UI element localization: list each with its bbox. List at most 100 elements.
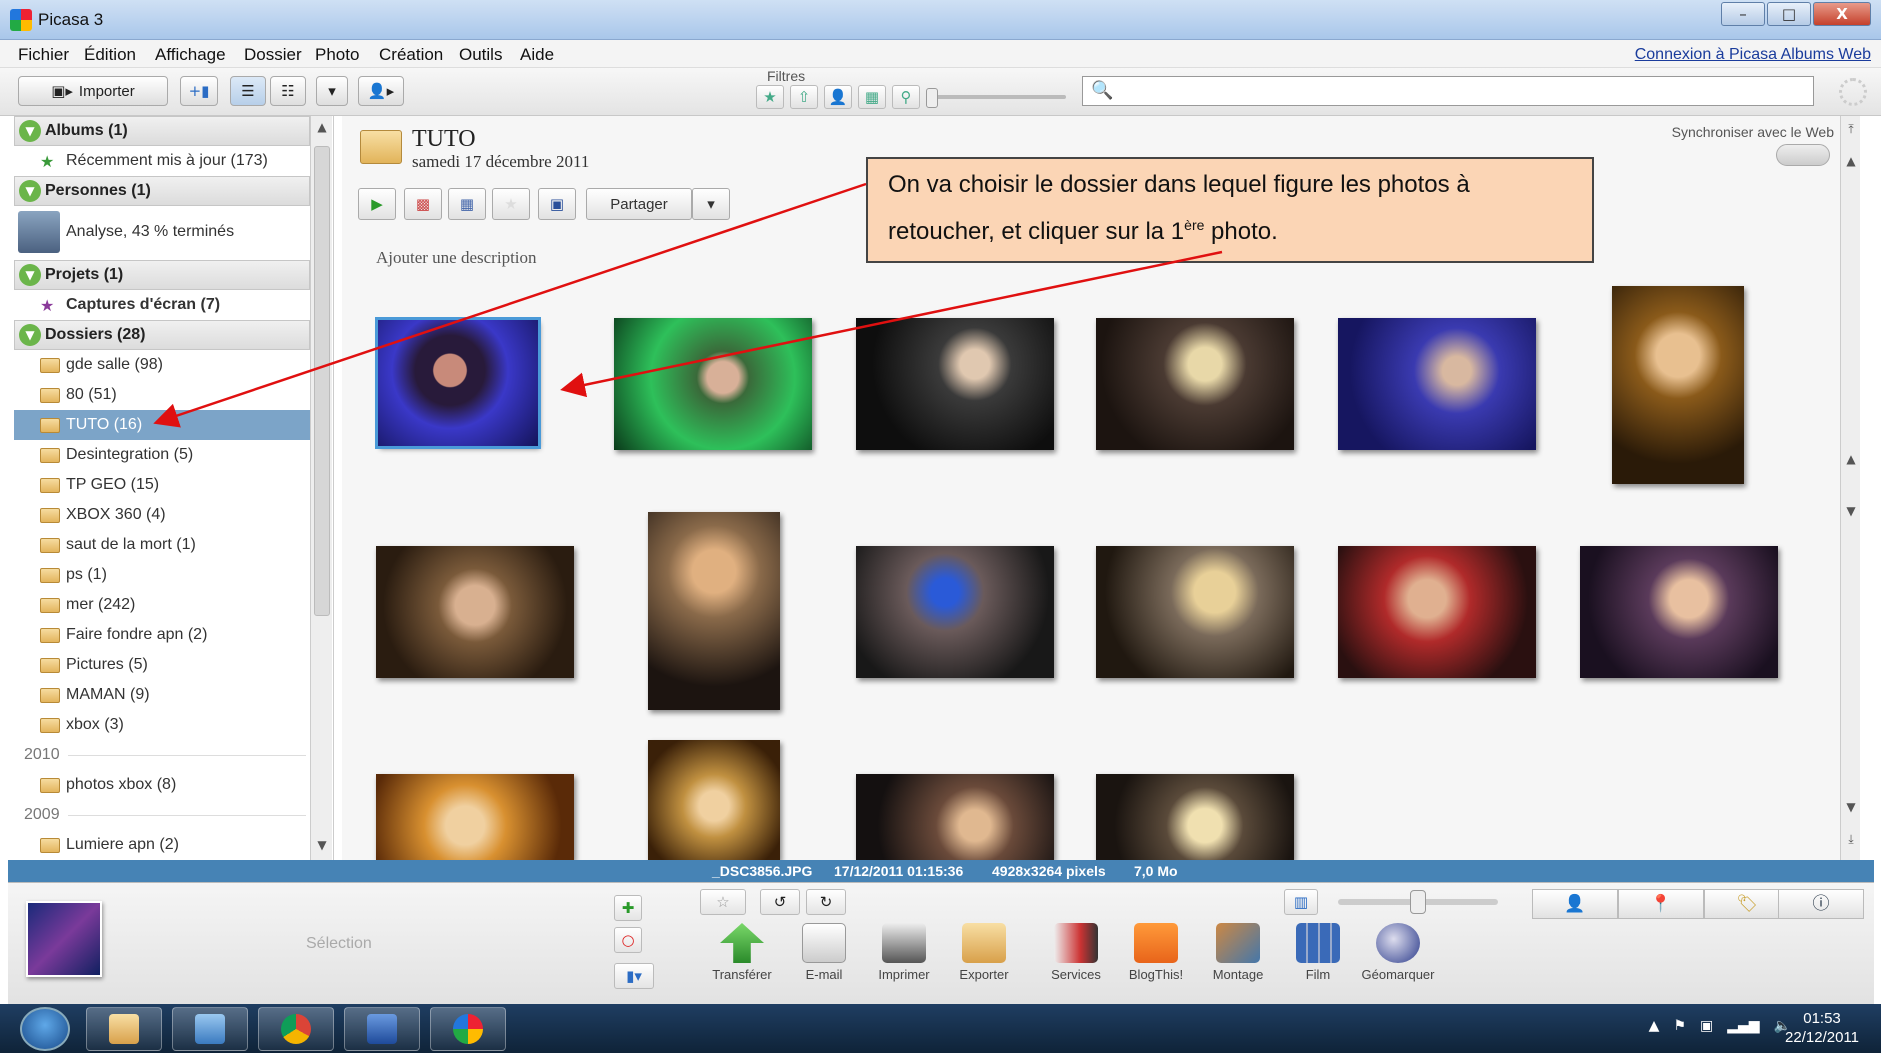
share-dropdown-button[interactable]: ▾ [692,188,730,220]
picasa-web-albums-link[interactable]: Connexion à Picasa Albums Web [1635,46,1871,64]
scroll-page-up-icon[interactable]: ▲ [1842,452,1860,470]
folder-item[interactable]: photos xbox (8) [14,770,310,800]
photo-thumbnail[interactable] [375,317,541,449]
thumbnail-view-button[interactable]: ☰ [230,76,266,106]
folder-item[interactable]: gde salle (98) [14,350,310,380]
taskbar-clock[interactable]: 01:53 22/12/2011 [1785,1009,1859,1047]
photo-thumbnail[interactable] [1096,318,1294,450]
add-to-album-button[interactable]: +▮ [180,76,218,106]
add-to-album-icon[interactable]: ▮▾ [614,963,654,989]
expand-icon[interactable]: ▼ [19,180,41,202]
search-input[interactable] [1117,80,1807,102]
upload-action[interactable]: Transférer [704,923,780,982]
minimize-button[interactable]: – [1721,2,1765,26]
video-filter-icon[interactable]: ▦ [858,85,886,109]
network-signal-icon[interactable]: ▂▄▆ [1727,1018,1759,1034]
expand-icon[interactable]: ▼ [19,120,41,142]
folder-item[interactable]: 80 (51) [14,380,310,410]
maximize-button[interactable]: □ [1767,2,1811,26]
rotate-right-icon[interactable]: ↻ [806,889,846,915]
places-panel-tab[interactable]: 📍 [1618,889,1704,919]
photo-thumbnail[interactable] [376,546,574,678]
upload-filter-icon[interactable]: ⇧ [790,85,818,109]
geotag-filter-icon[interactable]: ⚲ [892,85,920,109]
thumbnail-size-slider[interactable] [1338,890,1498,914]
folder-item[interactable]: Desintegration (5) [14,440,310,470]
scroll-up-icon[interactable]: ▲ [1842,154,1860,172]
photo-thumbnail[interactable] [1096,546,1294,678]
clear-selection-icon[interactable]: ○ [614,927,642,953]
import-button[interactable]: ▣▸ Importer [18,76,168,106]
scroll-down-icon[interactable]: ▼ [1842,800,1860,818]
print-action[interactable]: Imprimer [866,923,942,982]
action-center-flag-icon[interactable]: ⚑ [1673,1018,1686,1034]
scroll-page-down-icon[interactable]: ▼ [1842,504,1860,522]
photo-thumbnail[interactable] [648,740,780,860]
services-action[interactable]: Services [1038,923,1114,982]
date-filter-slider[interactable] [926,88,1066,108]
section-albums[interactable]: ▼ Albums (1) [14,116,310,146]
slideshow-button[interactable]: ▶ [358,188,396,220]
folder-item[interactable]: Pictures (5) [14,650,310,680]
rotate-left-icon[interactable]: ↺ [760,889,800,915]
scroll-down-icon[interactable]: ▼ [313,838,331,856]
start-button[interactable] [20,1007,70,1051]
taskbar-word[interactable] [344,1007,420,1051]
folder-item[interactable]: ps (1) [14,560,310,590]
close-button[interactable]: X [1813,2,1871,26]
folder-item[interactable]: Faire fondre apn (2) [14,620,310,650]
photo-thumbnail[interactable] [1338,318,1536,450]
show-hidden-icons-icon[interactable]: ▲ [1649,1018,1660,1034]
movie-action[interactable]: Film [1280,923,1356,982]
section-people[interactable]: ▼ Personnes (1) [14,176,310,206]
add-description-field[interactable]: Ajouter une description [376,248,537,268]
sidebar-scrollbar[interactable]: ▲ ▼ [310,116,332,860]
scroll-top-icon[interactable]: ⤒ [1842,122,1860,140]
sidebar-item-people-scan[interactable]: Analyse, 43 % terminés [14,208,310,256]
photo-thumbnail[interactable] [856,546,1054,678]
hold-selection-icon[interactable]: ✚ [614,895,642,921]
folder-item[interactable]: xbox (3) [14,710,310,740]
folder-item[interactable]: mer (242) [14,590,310,620]
device-icon[interactable]: ▣ [1700,1018,1713,1034]
star-icon[interactable]: ☆ [700,889,746,915]
taskbar-explorer[interactable] [86,1007,162,1051]
sidebar-scroll-thumb[interactable] [314,146,330,616]
expand-icon[interactable]: ▼ [19,324,41,346]
folder-item[interactable]: saut de la mort (1) [14,530,310,560]
photo-thumbnail[interactable] [1338,546,1536,678]
photo-thumbnail[interactable] [376,774,574,860]
photo-thumbnail[interactable] [1612,286,1744,484]
collage-action[interactable]: Montage [1200,923,1276,982]
star-folder-button[interactable]: ★ [492,188,530,220]
sidebar-item-screenshots[interactable]: ★ Captures d'écran (7) [14,290,310,320]
geotag-action[interactable]: Géomarquer [1360,923,1436,982]
folder-item[interactable]: MAMAN (9) [14,680,310,710]
photo-thumbnail[interactable] [1096,774,1294,860]
selected-photo-thumbnail[interactable] [26,901,102,977]
menu-outils[interactable]: Outils [459,45,502,65]
save-button[interactable]: ▣ [538,188,576,220]
photo-thumbnail[interactable] [614,318,812,450]
movie-button[interactable]: ▦ [448,188,486,220]
star-filter-icon[interactable]: ★ [756,85,784,109]
folder-item[interactable]: XBOX 360 (4) [14,500,310,530]
photo-thumbnail[interactable] [648,512,780,710]
menu-photo[interactable]: Photo [315,45,359,65]
sidebar-item-recent[interactable]: ★ Récemment mis à jour (173) [14,146,310,176]
photo-thumbnail[interactable] [1580,546,1778,678]
taskbar-chrome[interactable] [258,1007,334,1051]
menu-creation[interactable]: Création [379,45,443,65]
edit-collage-button[interactable]: ▩ [404,188,442,220]
sync-web-toggle[interactable] [1776,144,1830,166]
section-folders[interactable]: ▼ Dossiers (28) [14,320,310,350]
view-dropdown-button[interactable]: ▾ [316,76,348,106]
menu-aide[interactable]: Aide [520,45,554,65]
scroll-bottom-icon[interactable]: ⤓ [1842,832,1860,850]
properties-panel-tab[interactable]: ⓘ [1778,889,1864,919]
expand-icon[interactable]: ▼ [19,264,41,286]
share-button[interactable]: Partager [586,188,692,220]
photo-thumbnail[interactable] [856,318,1054,450]
photo-grid-scrollbar[interactable]: ⤒ ▲ ▲ ▼ ▼ ⤓ [1840,116,1860,860]
people-panel-tab[interactable]: 👤 [1532,889,1618,919]
